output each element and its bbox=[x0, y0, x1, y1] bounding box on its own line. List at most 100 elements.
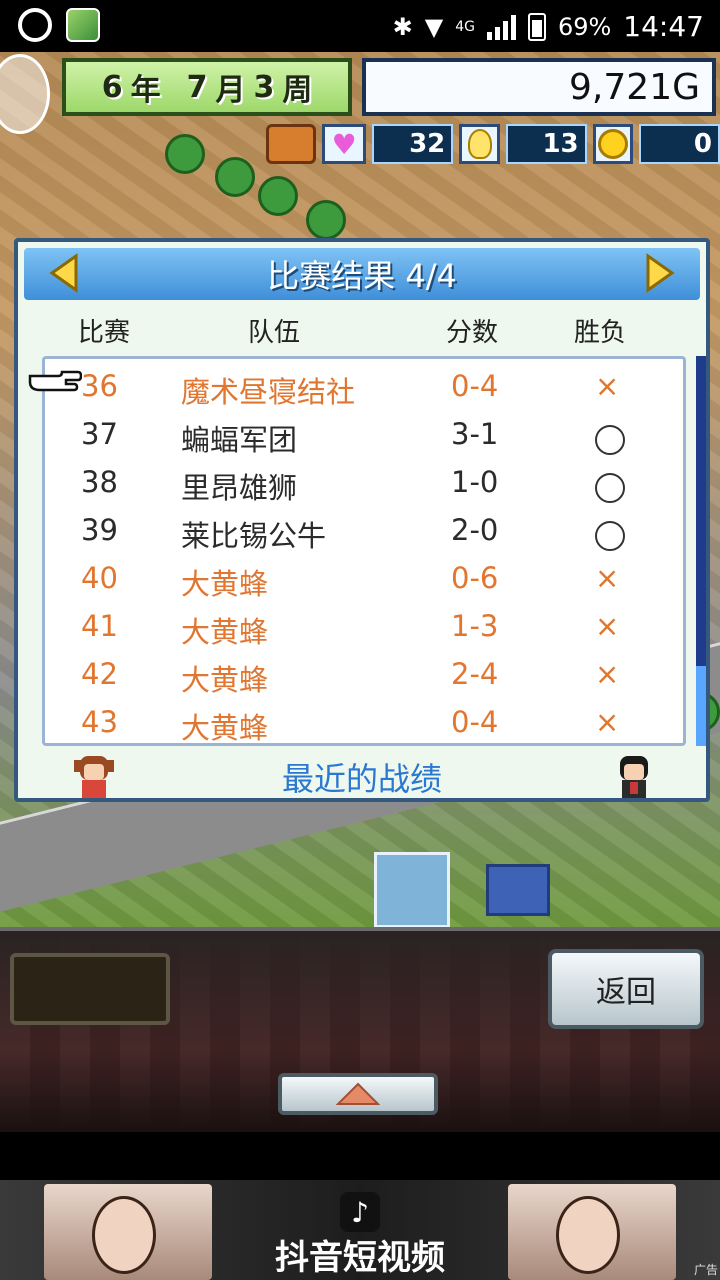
status-bar: ✱ ▼ 4G 69% 14:47 bbox=[0, 0, 720, 52]
week-unit: 周 bbox=[282, 73, 313, 108]
result-row[interactable]: 43 大黄蜂 0-4 × bbox=[45, 699, 683, 747]
ad-banner[interactable]: ♪ 抖音短视频 广告 bbox=[0, 1180, 720, 1280]
chevron-up-icon bbox=[336, 1082, 380, 1105]
game-screen: ✱ ▼ 4G 69% 14:47 6 年 7 月 3 周 9,721G ♥ 32… bbox=[0, 0, 720, 1280]
coins-count: 0 bbox=[639, 124, 720, 164]
team-name: 蝙蝠军团 bbox=[181, 423, 298, 457]
money-value: 9,721G bbox=[569, 66, 700, 108]
year-unit: 年 bbox=[130, 73, 161, 108]
music-app-icon bbox=[18, 8, 52, 42]
resource-bar: ♥ 32 13 0 bbox=[266, 122, 720, 166]
match-number: 40 bbox=[81, 561, 118, 595]
match-score: 2-4 bbox=[451, 657, 499, 691]
tree bbox=[165, 134, 205, 174]
tree bbox=[258, 176, 298, 216]
win-circle-icon bbox=[595, 521, 625, 551]
bottom-control-bar: 返回 bbox=[0, 927, 720, 1132]
ideas-count: 13 bbox=[505, 124, 587, 164]
heart-icon: ♥ bbox=[322, 124, 367, 164]
week-number: 3 bbox=[253, 69, 275, 105]
date-display: 6 年 7 月 3 周 bbox=[62, 58, 352, 116]
ad-tag: 广告 bbox=[693, 1263, 718, 1277]
match-number: 39 bbox=[81, 513, 118, 547]
result-row[interactable]: 37 蝙蝠军团 3-1 bbox=[45, 411, 683, 459]
match-score: 0-6 bbox=[451, 561, 499, 595]
team-name: 大黄蜂 bbox=[181, 567, 269, 601]
info-slot bbox=[10, 953, 170, 1025]
result-row[interactable]: 42 大黄蜂 2-4 × bbox=[45, 651, 683, 699]
match-number: 36 bbox=[81, 369, 118, 403]
col-header-result: 胜负 bbox=[574, 318, 627, 348]
month-unit: 月 bbox=[215, 73, 246, 108]
ad-title: 抖音短视频 bbox=[275, 1238, 445, 1278]
match-number: 37 bbox=[81, 417, 118, 451]
column-headers: 比赛 队伍 分数 胜负 bbox=[18, 312, 706, 352]
coin-icon bbox=[592, 124, 634, 164]
month-number: 7 bbox=[186, 69, 208, 105]
expand-menu-button[interactable] bbox=[278, 1073, 438, 1115]
match-number: 43 bbox=[81, 705, 118, 739]
wifi-icon: ▼ bbox=[424, 12, 444, 41]
game-app-icon bbox=[66, 8, 100, 42]
results-scrollbar[interactable] bbox=[696, 356, 706, 746]
house bbox=[486, 864, 550, 916]
battery-icon bbox=[527, 12, 546, 41]
team-name: 大黄蜂 bbox=[181, 663, 269, 697]
match-score: 1-3 bbox=[451, 609, 499, 643]
result-mark: × bbox=[595, 609, 620, 643]
results-list[interactable]: 36 魔术昼寝结社 0-4 × 37 蝙蝠军团 3-1 38 里昂雄狮 1-0 … bbox=[42, 356, 686, 746]
match-score: 2-0 bbox=[451, 513, 499, 547]
result-mark: × bbox=[595, 369, 620, 403]
clock: 14:47 bbox=[623, 10, 704, 43]
match-score: 3-1 bbox=[451, 417, 499, 451]
signal-icon bbox=[486, 14, 516, 40]
result-row[interactable]: 38 里昂雄狮 1-0 bbox=[45, 459, 683, 507]
money-display: 9,721G bbox=[362, 58, 716, 116]
team-name: 里昂雄狮 bbox=[181, 471, 298, 505]
match-number: 41 bbox=[81, 609, 118, 643]
treasure-chest-icon[interactable] bbox=[266, 124, 317, 164]
lightbulb-icon bbox=[459, 124, 500, 164]
col-header-team: 队伍 bbox=[248, 318, 301, 348]
network-type: 4G bbox=[455, 18, 475, 35]
match-score: 0-4 bbox=[451, 369, 499, 403]
back-button[interactable]: 返回 bbox=[548, 949, 704, 1029]
back-button-label: 返回 bbox=[596, 975, 656, 1010]
win-circle-icon bbox=[595, 473, 625, 503]
tree bbox=[306, 200, 346, 240]
match-results-panel: 比赛结果 4/4 比赛 队伍 分数 胜负 36 魔术昼寝结社 0-4 × 37 … bbox=[14, 238, 710, 802]
scroll-thumb[interactable] bbox=[696, 666, 706, 746]
result-row[interactable]: 41 大黄蜂 1-3 × bbox=[45, 603, 683, 651]
team-name: 魔术昼寝结社 bbox=[181, 375, 356, 409]
panel-title: 比赛结果 4/4 bbox=[267, 257, 457, 295]
prev-page-button[interactable] bbox=[46, 252, 82, 294]
next-page-button[interactable] bbox=[642, 252, 678, 294]
result-mark: × bbox=[595, 705, 620, 739]
bluetooth-icon: ✱ bbox=[392, 12, 413, 41]
match-number: 38 bbox=[81, 465, 118, 499]
team-name: 大黄蜂 bbox=[181, 615, 269, 649]
result-row[interactable]: 36 魔术昼寝结社 0-4 × bbox=[45, 363, 683, 411]
match-score: 0-4 bbox=[451, 705, 499, 739]
result-mark: × bbox=[595, 657, 620, 691]
win-circle-icon bbox=[595, 425, 625, 455]
building bbox=[374, 852, 450, 928]
year-number: 6 bbox=[101, 69, 123, 105]
team-name: 莱比锡公牛 bbox=[181, 519, 327, 553]
match-number: 42 bbox=[81, 657, 118, 691]
result-mark: × bbox=[595, 561, 620, 595]
pointing-hand-icon bbox=[28, 370, 82, 392]
tiktok-logo-icon: ♪ bbox=[340, 1192, 380, 1232]
team-name: 大黄蜂 bbox=[181, 711, 269, 745]
hearts-count: 32 bbox=[372, 124, 454, 164]
arrow-left-icon bbox=[49, 253, 78, 293]
arrow-right-icon bbox=[646, 253, 675, 293]
panel-header: 比赛结果 4/4 bbox=[24, 248, 700, 300]
match-score: 1-0 bbox=[451, 465, 499, 499]
col-header-score: 分数 bbox=[446, 318, 499, 348]
tree bbox=[215, 157, 255, 197]
result-row[interactable]: 40 大黄蜂 0-6 × bbox=[45, 555, 683, 603]
notification-icons bbox=[18, 8, 100, 42]
result-row[interactable]: 39 莱比锡公牛 2-0 bbox=[45, 507, 683, 555]
recent-record-link[interactable]: 最近的战绩 bbox=[18, 754, 706, 800]
